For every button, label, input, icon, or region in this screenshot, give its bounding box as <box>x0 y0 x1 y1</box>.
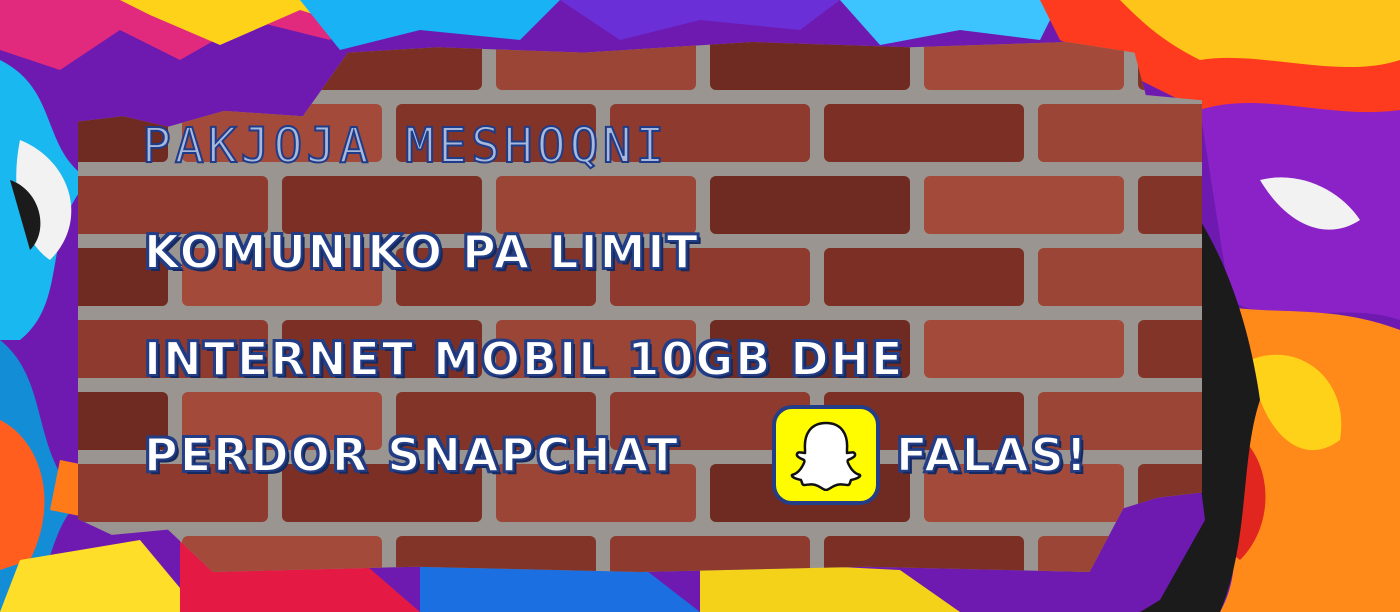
banner-line-free: FALAS! <box>895 427 1089 483</box>
banner-line-snapchat: PERDOR SNAPCHAT <box>143 427 680 483</box>
brick <box>1038 104 1202 162</box>
banner-line-unlimited: KOMUNIKO PA LIMIT <box>143 224 700 280</box>
brick <box>610 536 810 572</box>
brick <box>710 176 910 234</box>
promo-banner: PAKJOJA MESHOQNI KOMUNIKO PA LIMIT INTER… <box>0 0 1400 612</box>
brick <box>924 42 1124 90</box>
brick <box>710 42 910 90</box>
banner-line-internet: INTERNET MOBIL 10GB DHE <box>143 331 905 387</box>
brick <box>824 536 1024 572</box>
brick <box>824 104 1024 162</box>
brick <box>1138 320 1202 378</box>
brick <box>924 176 1124 234</box>
banner-title: PAKJOJA MESHOQNI <box>141 117 669 175</box>
brick <box>824 248 1024 306</box>
snapchat-ghost-icon <box>772 405 880 505</box>
brick <box>1038 248 1202 306</box>
brick <box>924 320 1124 378</box>
brick <box>396 536 596 572</box>
brick <box>1138 176 1202 234</box>
brick <box>182 536 382 572</box>
